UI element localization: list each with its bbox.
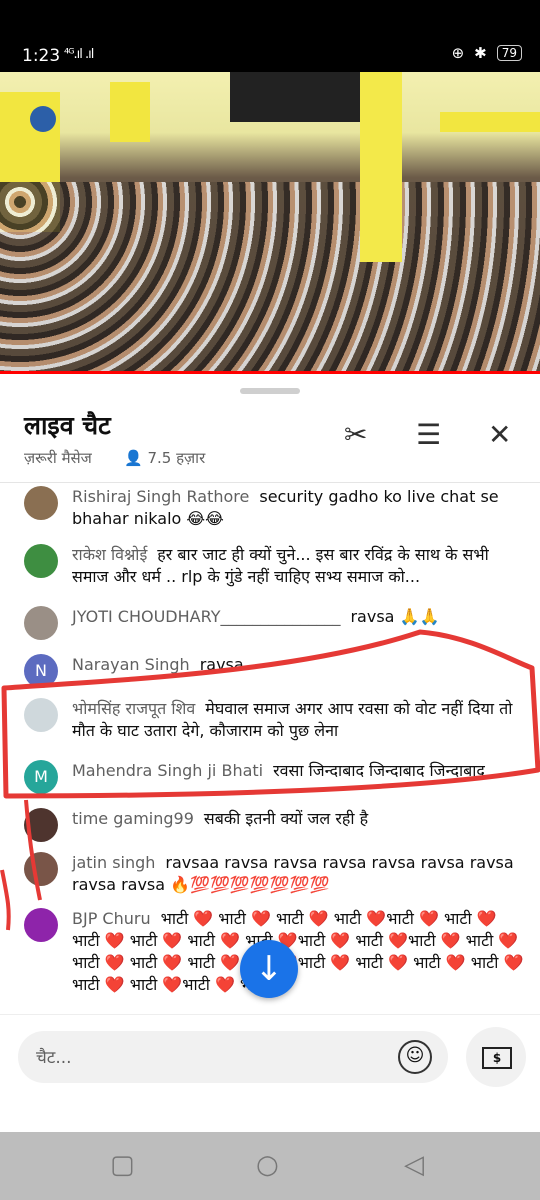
chat-message[interactable]: time gaming99 सबकी इतनी क्यों जल रही है — [24, 808, 524, 842]
status-bar: 1:23 ⁴ᴳ.ıl .ıl ⊕ ✱ 79 — [0, 0, 540, 72]
drag-handle[interactable] — [240, 388, 300, 394]
message-author[interactable]: Rishiraj Singh Rathore — [72, 487, 249, 506]
chat-input-placeholder: चैट... — [36, 1048, 72, 1068]
avatar: N — [24, 654, 58, 688]
back-icon[interactable]: ◁ — [404, 1150, 424, 1180]
message-author[interactable]: JYOTI CHOUDHARY_______________ — [72, 607, 340, 626]
live-chat-panel: लाइव चैट ज़रूरी मैसेज 👤 7.5 हज़ार ✂ ☰ ✕ … — [0, 374, 540, 1014]
chat-input[interactable]: चैट... ☺ — [18, 1031, 448, 1083]
message-author[interactable]: jatin singh — [72, 853, 155, 872]
yellow-banner — [440, 112, 540, 132]
chat-message[interactable]: भोमसिंह राजपूत शिव मेघवाल समाज अगर आप रवस… — [24, 698, 524, 742]
emoji-icon[interactable]: ☺ — [398, 1040, 432, 1074]
recents-icon[interactable]: ▢ — [110, 1150, 135, 1180]
message-author[interactable]: Mahendra Singh ji Bhati — [72, 761, 263, 780]
message-author[interactable]: राकेश विश्नोई — [72, 545, 147, 564]
message-author[interactable]: BJP Churu — [72, 909, 151, 928]
person-icon: 👤 — [124, 449, 143, 467]
message-text: ravsa — [199, 655, 244, 674]
yellow-banner — [110, 82, 150, 142]
avatar — [24, 606, 58, 640]
avatar — [24, 852, 58, 886]
arrow-down-icon: ↓ — [254, 949, 284, 989]
signal-icon: ⁴ᴳ.ıl .ıl — [64, 47, 94, 62]
chat-message[interactable]: jatin singh ravsaa ravsa ravsa ravsa ravs… — [24, 852, 524, 896]
scissors-icon[interactable]: ✂ — [344, 418, 367, 451]
avatar — [24, 486, 58, 520]
chat-title: लाइव चैट — [24, 411, 111, 440]
chat-message[interactable]: Rishiraj Singh Rathore security gadho ko … — [24, 486, 524, 530]
scroll-down-button[interactable]: ↓ — [240, 940, 298, 998]
bluetooth-icon: ✱ — [474, 44, 487, 62]
viewer-count-label: 7.5 हज़ार — [147, 449, 206, 467]
chat-message[interactable]: राकेश विश्नोई हर बार जाट ही क्यों चुने...… — [24, 544, 524, 588]
avatar: M — [24, 760, 58, 794]
header-divider — [0, 482, 540, 483]
viewer-count: 👤 7.5 हज़ार — [124, 448, 205, 468]
close-icon[interactable]: ✕ — [488, 418, 511, 451]
speaker-box — [230, 72, 360, 122]
avatar — [24, 544, 58, 578]
message-text: सबकी इतनी क्यों जल रही है — [203, 809, 369, 828]
chat-message[interactable]: JYOTI CHOUDHARY_______________ ravsa 🙏🙏 — [24, 606, 524, 640]
sliders-icon[interactable]: ☰ — [416, 418, 441, 451]
video-player[interactable] — [0, 72, 540, 374]
message-text: ravsa 🙏🙏 — [350, 607, 440, 626]
message-author[interactable]: भोमसिंह राजपूत शिव — [72, 699, 195, 718]
message-author[interactable]: time gaming99 — [72, 809, 194, 828]
message-text: रवसा जिन्दाबाद जिन्दाबाद जिन्दाबाद — [273, 761, 485, 780]
top-chat-filter[interactable]: ज़रूरी मैसेज — [24, 448, 92, 468]
yellow-pillar — [360, 72, 402, 262]
status-right: ⊕ ✱ 79 — [452, 44, 522, 62]
channel-logo — [30, 106, 56, 132]
message-author[interactable]: Narayan Singh — [72, 655, 190, 674]
system-nav-bar: ▢ ○ ◁ — [0, 1132, 540, 1200]
super-chat-button[interactable]: $ — [466, 1027, 526, 1087]
battery-indicator: 79 — [496, 45, 522, 61]
chat-message[interactable]: N Narayan Singh ravsa — [24, 654, 524, 688]
status-time: 1:23 — [22, 46, 61, 66]
chat-message[interactable]: M Mahendra Singh ji Bhati रवसा जिन्दाबाद … — [24, 760, 524, 794]
dollar-icon: $ — [482, 1047, 512, 1069]
avatar — [24, 808, 58, 842]
avatar — [24, 698, 58, 732]
avatar — [24, 908, 58, 942]
alarm-icon: ⊕ — [451, 44, 465, 62]
chat-input-bar: चैट... ☺ $ — [0, 1014, 540, 1133]
crowd-image — [0, 182, 540, 374]
home-icon[interactable]: ○ — [256, 1150, 279, 1180]
